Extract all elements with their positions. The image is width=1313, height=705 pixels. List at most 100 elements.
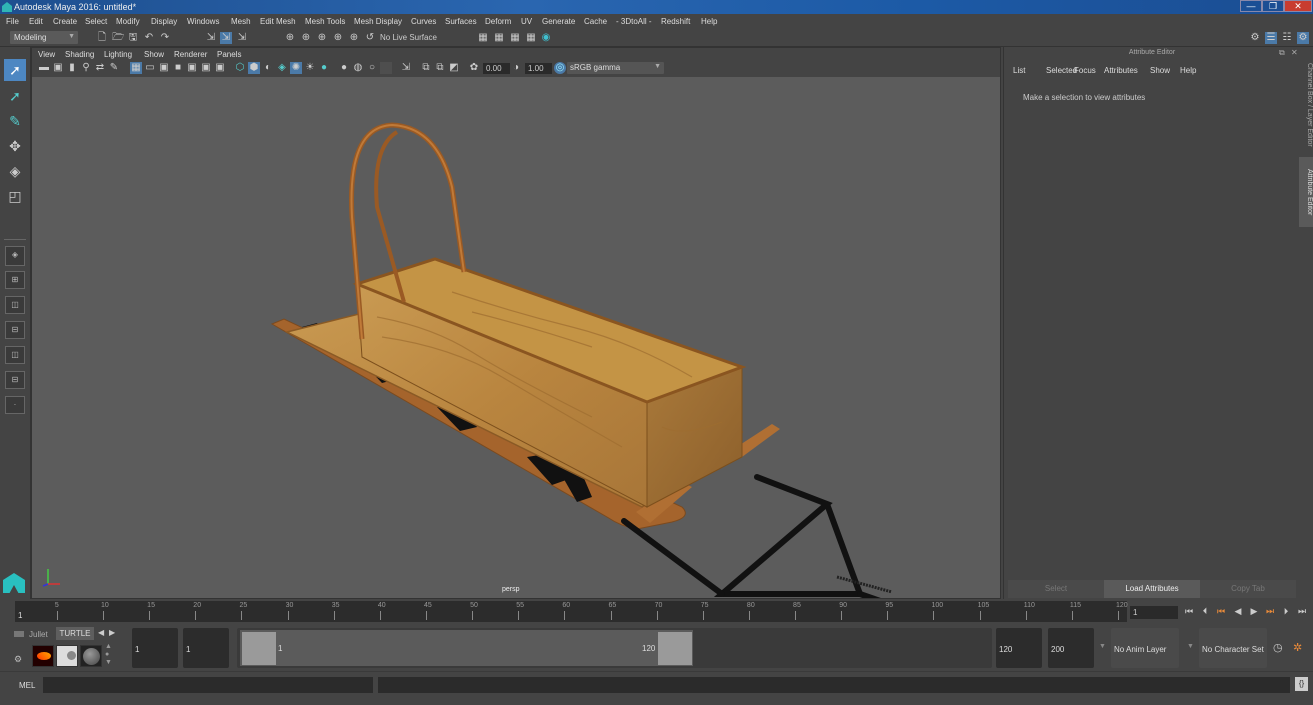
ae-menu-help[interactable]: Help (1180, 66, 1196, 75)
gamma-field[interactable]: 1.00 (525, 63, 552, 74)
range-end-handle[interactable] (658, 632, 692, 665)
menu-modify[interactable]: Modify (116, 17, 140, 26)
menu-windows[interactable]: Windows (187, 17, 219, 26)
rotate-tool-icon[interactable]: ◈ (4, 160, 26, 182)
menu-create[interactable]: Create (53, 17, 77, 26)
ae-menu-list[interactable]: List (1013, 66, 1025, 75)
bookmarks-icon[interactable]: ▮ (66, 62, 78, 74)
multisample-aa-icon[interactable]: ◍ (352, 62, 364, 74)
shelf-settings-icon[interactable]: ⚙ (14, 654, 22, 665)
range-slider-bar[interactable] (240, 630, 693, 666)
image-plane-icon[interactable]: ⚲ (80, 62, 92, 74)
exposure-field[interactable]: 0.00 (483, 63, 510, 74)
2d-pan-zoom-icon[interactable]: ⇄ (94, 62, 106, 74)
wireframe-on-shaded-icon[interactable]: ◐ (262, 62, 274, 74)
new-scene-icon[interactable]: 🗋 (96, 32, 108, 44)
menu-cache[interactable]: Cache (584, 17, 607, 26)
ae-menu-attributes[interactable]: Attributes (1104, 66, 1138, 75)
go-to-end-icon[interactable]: ⏭ (1297, 605, 1307, 617)
gamma-icon[interactable]: ◑ (510, 62, 522, 74)
open-scene-icon[interactable]: 🗁 (112, 32, 124, 44)
snap-grid-icon[interactable]: ⊕ (284, 32, 296, 44)
character-set-dropdown[interactable]: No Character Set (1199, 628, 1267, 668)
lasso-tool-icon[interactable]: ➚ (4, 85, 26, 107)
select-component-icon[interactable]: ⇲ (236, 32, 248, 44)
film-gate-icon[interactable]: ▭ (144, 62, 156, 74)
shelf-scroll-icon[interactable]: ▲ ● ▼ (105, 643, 112, 667)
paint-select-tool-icon[interactable]: ✎ (4, 110, 26, 132)
vp-menu-lighting[interactable]: Lighting (104, 50, 132, 59)
menu-surfaces[interactable]: Surfaces (445, 17, 477, 26)
anim-layer-dropdown[interactable]: No Anim Layer (1111, 628, 1179, 668)
menu-help[interactable]: Help (701, 17, 717, 26)
menu-generate[interactable]: Generate (542, 17, 575, 26)
outliner-persp-layout-icon[interactable]: ◫ (5, 346, 25, 364)
menu-redshift[interactable]: Redshift (661, 17, 690, 26)
use-all-lights-icon[interactable]: ✺ (290, 62, 302, 74)
xray-icon[interactable] (380, 62, 392, 74)
ae-menu-show[interactable]: Show (1150, 66, 1170, 75)
minimize-button[interactable]: — (1240, 0, 1262, 12)
tab-attribute-editor[interactable]: Attribute Editor (1299, 157, 1313, 227)
playback-start-field[interactable]: 1 (183, 628, 229, 668)
persp-graph-layout-icon[interactable]: ⊟ (5, 371, 25, 389)
range-start-handle[interactable] (242, 632, 276, 665)
shelf-item-fire-effect-icon[interactable] (32, 645, 54, 667)
select-object-icon[interactable]: ⇲ (220, 32, 232, 44)
scale-tool-icon[interactable]: ◰ (4, 185, 26, 207)
animation-start-field[interactable]: 1 (132, 628, 178, 668)
undo-icon[interactable]: ↶ (143, 32, 155, 44)
menu-uv[interactable]: UV (521, 17, 532, 26)
render-settings-icon[interactable]: ▦ (477, 32, 489, 44)
modeling-toolkit-icon[interactable]: ⚙ (1249, 32, 1261, 44)
ae-menu-selected[interactable]: Selected (1046, 66, 1077, 75)
copy-tab-button[interactable]: Copy Tab (1200, 580, 1296, 598)
vp-menu-renderer[interactable]: Renderer (174, 50, 207, 59)
textured-icon[interactable]: ◈ (276, 62, 288, 74)
hypershade-icon[interactable]: ◉ (540, 32, 552, 44)
custom-layout-icon[interactable]: · (5, 396, 25, 414)
playback-end-field[interactable]: 120 (996, 628, 1042, 668)
menu-select[interactable]: Select (85, 17, 107, 26)
close-button[interactable]: ✕ (1284, 0, 1312, 12)
animation-preferences-icon[interactable]: ✲ (1293, 641, 1302, 654)
isolate-select-icon[interactable]: ⇲ (400, 62, 412, 74)
menu-set-dropdown[interactable]: Modeling ▼ (10, 31, 78, 44)
select-hierarchy-icon[interactable]: ⇲ (205, 32, 217, 44)
command-language-label[interactable]: MEL (19, 681, 35, 690)
step-forward-key-icon[interactable]: ⏭ (1265, 605, 1275, 617)
two-panes-stacked-layout-icon[interactable]: ⊟ (5, 321, 25, 339)
menu-deform[interactable]: Deform (485, 17, 511, 26)
shelf-tab-turtle[interactable]: TURTLE (56, 627, 94, 640)
channel-box-toggle-icon[interactable]: ⚙ (1297, 32, 1309, 44)
script-editor-icon[interactable]: {} (1295, 677, 1308, 691)
redo-icon[interactable]: ↷ (159, 32, 171, 44)
step-back-frame-icon[interactable]: ⏴ (1200, 605, 1210, 617)
make-live-icon[interactable]: ↺ (364, 32, 376, 44)
single-perspective-layout-icon[interactable]: ◈ (5, 246, 25, 266)
menu-file[interactable]: File (6, 17, 19, 26)
field-chart-icon[interactable]: ▣ (186, 62, 198, 74)
grid-toggle-icon[interactable]: ▦ (130, 62, 142, 74)
shelf-tab-next-icon[interactable]: ▶ (109, 628, 115, 637)
menu-curves[interactable]: Curves (411, 17, 436, 26)
backface-culling-icon[interactable]: ◩ (448, 62, 460, 74)
animation-end-field[interactable]: 200 (1048, 628, 1094, 668)
range-slider-track[interactable]: 1 120 (237, 628, 992, 668)
safe-title-icon[interactable]: ▣ (214, 62, 226, 74)
menu-display[interactable]: Display (151, 17, 177, 26)
live-surface-label[interactable]: No Live Surface (380, 33, 437, 42)
select-camera-icon[interactable]: ▬ (38, 62, 50, 74)
xray-active-components-icon[interactable]: ⧉ (434, 62, 446, 74)
menu-edit[interactable]: Edit (29, 17, 43, 26)
ipr-render-icon[interactable]: ▦ (509, 32, 521, 44)
play-backwards-icon[interactable]: ◀ (1233, 605, 1243, 617)
shadows-icon[interactable]: ☀ (304, 62, 316, 74)
motion-blur-icon[interactable]: ● (338, 62, 350, 74)
shelf-tab-jullet[interactable]: Jullet (29, 630, 48, 639)
save-scene-icon[interactable]: 🖫 (127, 32, 139, 44)
gate-mask-icon[interactable]: ■ (172, 62, 184, 74)
time-ruler[interactable]: 1 5 10 15 20 25 30 35 40 45 50 55 60 65 70 75 80 85 90 95 1… (15, 601, 1128, 622)
four-view-layout-icon[interactable]: ⊞ (5, 271, 25, 289)
step-back-key-icon[interactable]: ⏮ (1216, 605, 1226, 617)
